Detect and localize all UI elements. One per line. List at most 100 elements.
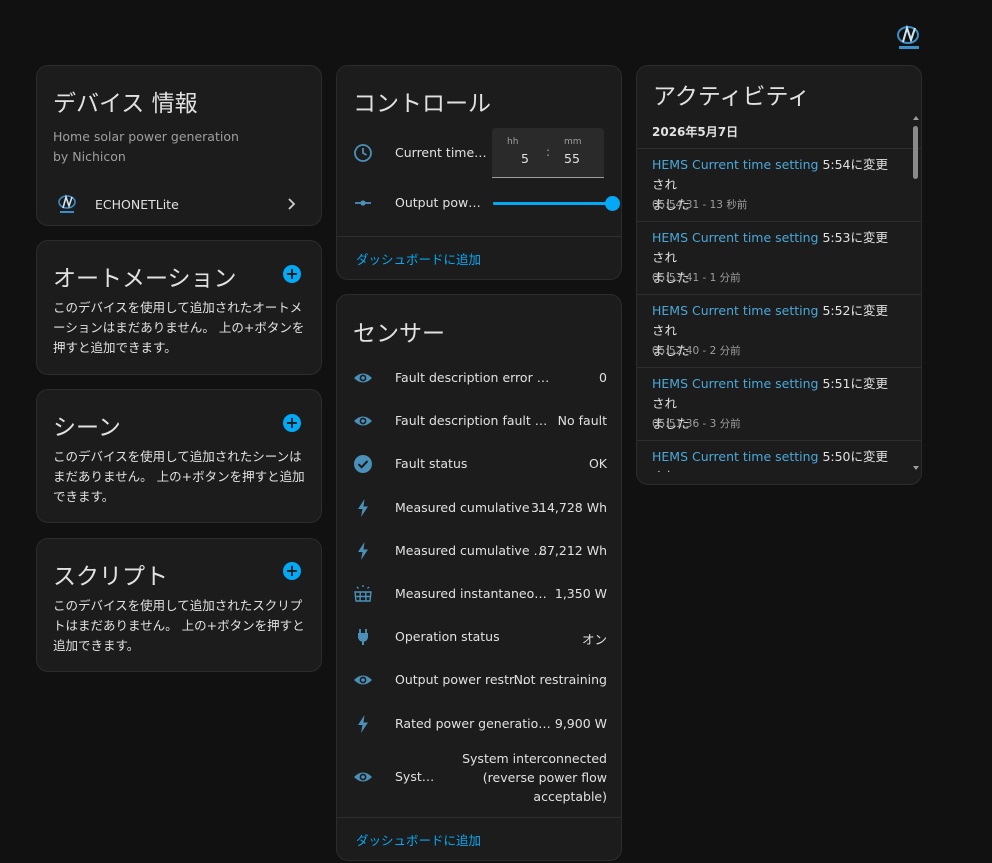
- sensor-row[interactable]: Output power restr… Not restraining: [337, 669, 621, 691]
- output-power-label: Output power …: [395, 195, 487, 210]
- slider-thumb[interactable]: [605, 196, 620, 211]
- slider-fill: [493, 202, 607, 205]
- sensor-value: 9,900 W: [554, 716, 607, 731]
- scrollbar-thumb[interactable]: [913, 126, 918, 179]
- activity-entity-link[interactable]: HEMS Current time setting: [652, 449, 818, 464]
- echonet-integration-icon: [55, 192, 79, 216]
- sensor-row[interactable]: Fault description error code 0: [337, 367, 621, 389]
- time-setting-row: Current time s… hh 5 : mm 55: [337, 128, 621, 178]
- flash-icon: [353, 498, 373, 518]
- automation-empty-text: このデバイスを使用して追加されたオートメーションはまだありません。 上の+ボタン…: [53, 300, 305, 355]
- sensor-row[interactable]: Fault description fault cla… No fault: [337, 410, 621, 432]
- flash-icon: [353, 714, 373, 734]
- activity-entity-link[interactable]: HEMS Current time setting: [652, 230, 818, 245]
- activity-entity-link[interactable]: HEMS Current time setting: [652, 376, 818, 391]
- power-plug-icon: [353, 627, 373, 647]
- scene-empty-text: このデバイスを使用して追加されたシーンはまだありません。 上の+ボタンを押すと追…: [53, 449, 305, 504]
- solar-power-icon: [353, 584, 373, 604]
- activity-entry[interactable]: HEMS Current time setting 5:52に変更され ました 05…: [637, 295, 921, 368]
- sensor-label: Fault description error code: [395, 370, 551, 385]
- time-input[interactable]: hh 5 : mm 55: [492, 128, 604, 178]
- eye-icon: [353, 368, 373, 388]
- scroll-up-arrow[interactable]: [913, 116, 919, 120]
- mm-value[interactable]: 55: [564, 151, 580, 166]
- eye-icon: [353, 767, 373, 787]
- sensor-row[interactable]: Measured cumulative … 314,728 Wh: [337, 497, 621, 519]
- sensor-value: 87,212 Wh: [539, 543, 607, 558]
- activity-entity-link[interactable]: HEMS Current time setting: [652, 157, 818, 172]
- add-scene-button[interactable]: +: [283, 414, 301, 432]
- sensor-row[interactable]: Rated power generation o…9,900 W: [337, 713, 621, 735]
- sensor-value-line: (reverse power flow: [482, 770, 607, 785]
- eye-icon: [353, 670, 373, 690]
- sensor-label: Syste…: [395, 769, 439, 784]
- sensor-value-line: acceptable): [533, 789, 607, 804]
- sensor-value: Not restraining: [513, 672, 607, 687]
- controls-divider: [337, 236, 621, 237]
- sensors-divider: [337, 817, 621, 818]
- sensor-label: Measured cumulative a…: [395, 543, 551, 558]
- flash-icon: [353, 541, 373, 561]
- output-power-slider-row: Output power …: [337, 192, 621, 214]
- integration-link[interactable]: ECHONETLite: [37, 192, 321, 216]
- output-power-slider[interactable]: [493, 192, 620, 214]
- hh-label: hh: [507, 137, 519, 147]
- activity-date-header: 2026年5月7日: [652, 125, 739, 139]
- sensor-value: 1,350 W: [554, 586, 607, 601]
- device-info-card: デバイス 情報 Home solar power generation by N…: [36, 65, 322, 226]
- check-circle-icon: [353, 454, 373, 474]
- controls-add-to-dashboard-button[interactable]: ダッシュボードに追加: [356, 249, 481, 268]
- activity-entry[interactable]: HEMS Current time setting 5:51に変更され ました 05…: [637, 368, 921, 441]
- automation-card: オートメーション + このデバイスを使用して追加されたオートメーションはまだあり…: [36, 240, 322, 375]
- sensor-value: オン: [581, 632, 607, 647]
- time-colon: :: [546, 144, 551, 159]
- activity-entry[interactable]: HEMS Current time setting 5:50に変更され: [637, 441, 921, 472]
- sensor-value: 0: [599, 370, 607, 385]
- sensor-value: 314,728 Wh: [531, 500, 607, 515]
- sensor-row[interactable]: Operation status オン: [337, 626, 621, 648]
- activity-list[interactable]: HEMS Current time setting 5:54に変更され ました 05…: [637, 149, 921, 472]
- sensor-label: Measured instantaneous …: [395, 586, 551, 601]
- sensors-title: センサー: [353, 321, 445, 347]
- time-setting-label: Current time s…: [395, 145, 487, 160]
- device-manufacturer: by Nichicon: [53, 149, 126, 164]
- integration-label: ECHONETLite: [95, 196, 179, 212]
- activity-card: アクティビティ 2026年5月7日 HEMS Current time sett…: [636, 65, 922, 485]
- activity-scrollbar[interactable]: [913, 116, 919, 470]
- sensor-row[interactable]: Fault status OK: [337, 453, 621, 475]
- sensor-row[interactable]: Measured cumulative a… 87,212 Wh: [337, 540, 621, 562]
- hh-value[interactable]: 5: [521, 151, 529, 166]
- activity-entry[interactable]: HEMS Current time setting 5:54に変更され ました 05…: [637, 149, 921, 222]
- sensor-label: Output power restr…: [395, 672, 527, 687]
- script-empty-text: このデバイスを使用して追加されたスクリプトはまだありません。 上の+ボタンを押す…: [53, 598, 305, 653]
- controls-title: コントロール: [353, 91, 491, 117]
- sensor-value: System interconnected (reverse power flow…: [462, 749, 607, 806]
- scene-card: シーン + このデバイスを使用して追加されたシーンはまだありません。 上の+ボタ…: [36, 389, 322, 523]
- sensor-label: Fault status: [395, 456, 468, 471]
- sensor-label: Rated power generation o…: [395, 716, 551, 731]
- activity-message: HEMS Current time setting 5:50に変更され: [652, 447, 897, 472]
- sensor-row[interactable]: Syste… System interconnected (reverse powe…: [337, 749, 621, 805]
- activity-entity-link[interactable]: HEMS Current time setting: [652, 303, 818, 318]
- sensor-label: Operation status: [395, 629, 500, 644]
- sensor-row[interactable]: Measured instantaneous … 1,350 W: [337, 583, 621, 605]
- controls-card: コントロール Current time s… hh 5 : mm 55 Outp…: [336, 65, 622, 280]
- echonet-logo: [894, 22, 924, 52]
- activity-timestamp: 05:54:31 - 13 秒前: [652, 199, 748, 211]
- sensors-add-to-dashboard-button[interactable]: ダッシュボードに追加: [356, 830, 481, 849]
- activity-timestamp: 05:53:41 - 1 分前: [652, 272, 741, 284]
- activity-entry[interactable]: HEMS Current time setting 5:53に変更され ました 05…: [637, 222, 921, 295]
- activity-title: アクティビティ: [653, 84, 811, 110]
- add-script-button[interactable]: +: [283, 562, 301, 580]
- device-info-title: デバイス 情報: [53, 91, 198, 117]
- automation-title: オートメーション: [53, 266, 237, 292]
- mm-label: mm: [564, 137, 582, 147]
- script-title: スクリプト: [53, 564, 168, 590]
- script-card: スクリプト + このデバイスを使用して追加されたスクリプトはまだありません。 上…: [36, 538, 322, 672]
- slider-icon: [353, 193, 373, 213]
- chevron-right-icon: [283, 196, 299, 216]
- device-model: Home solar power generation: [53, 129, 239, 144]
- sensors-card: センサー Fault description error code 0 Fault …: [336, 294, 622, 861]
- add-automation-button[interactable]: +: [283, 265, 301, 283]
- scroll-down-arrow[interactable]: [913, 466, 919, 470]
